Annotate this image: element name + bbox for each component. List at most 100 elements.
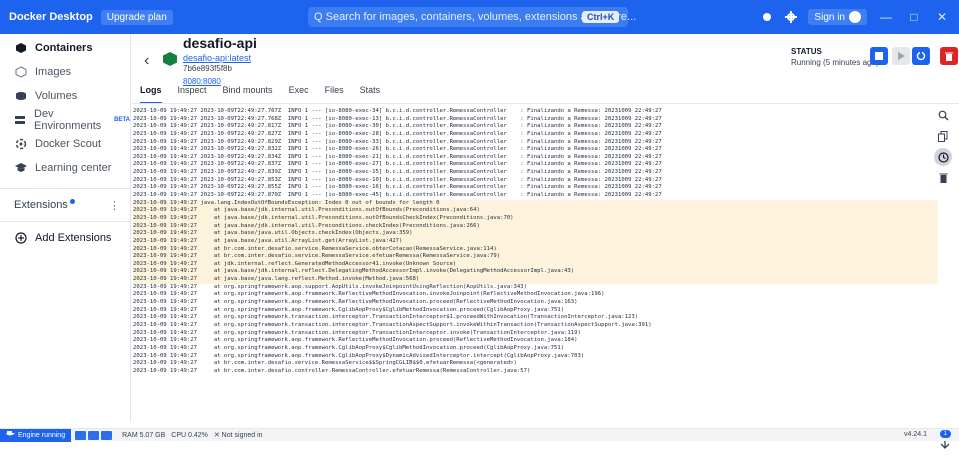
copy-logs-button[interactable] bbox=[934, 127, 952, 145]
search-logs-button[interactable] bbox=[934, 106, 952, 124]
tabs-divider bbox=[132, 103, 959, 104]
ram-usage: RAM 5.07 GB bbox=[122, 431, 166, 439]
notifications-badge[interactable]: 1 bbox=[939, 430, 951, 438]
tab-files[interactable]: Files bbox=[325, 85, 344, 101]
clock-icon bbox=[937, 151, 949, 163]
extensions-header[interactable]: Extensions ⋮ bbox=[0, 195, 130, 215]
sidebar-item-volumes[interactable]: Volumes bbox=[0, 86, 130, 106]
clear-logs-button[interactable] bbox=[934, 169, 952, 187]
scout-icon bbox=[14, 138, 27, 151]
log-line: 2023-10-09 19:49:27 2023-10-09T22:49:27.… bbox=[133, 153, 662, 160]
stop-button[interactable] bbox=[870, 47, 888, 65]
log-line: 2023-10-09 19:49:27 2023-10-09T22:49:27.… bbox=[133, 161, 662, 168]
sidebar-item-label: Dev Environments bbox=[34, 108, 102, 132]
whale-icon bbox=[6, 431, 15, 439]
log-line: 2023-10-09 19:49:27 2023-10-09T22:49:27.… bbox=[133, 184, 662, 191]
engine-status[interactable]: Engine running bbox=[0, 428, 72, 442]
sign-in-button[interactable]: Sign in bbox=[808, 9, 867, 25]
trash-icon bbox=[945, 52, 953, 61]
extensions-label: Extensions bbox=[14, 199, 68, 211]
log-line: 2023-10-09 19:49:27 at org.springframewo… bbox=[133, 314, 639, 321]
global-search-input[interactable]: Q Search for images, containers, volumes… bbox=[308, 7, 636, 27]
sidebar-item-dev-environments[interactable]: Dev Environments BETA bbox=[0, 108, 130, 132]
delete-button[interactable] bbox=[940, 47, 958, 65]
play-icon bbox=[898, 52, 905, 60]
tab-inspect[interactable]: Inspect bbox=[178, 85, 207, 101]
status-bar: Engine running RAM 5.07 GB CPU 0.42% ✕ N… bbox=[0, 428, 959, 442]
terminal-icon[interactable] bbox=[101, 430, 113, 440]
sidebar-item-label: Containers bbox=[35, 42, 93, 54]
add-extensions-button[interactable]: Add Extensions bbox=[0, 228, 130, 248]
detail-tabs: Logs Inspect Bind mounts Exec Files Stat… bbox=[140, 85, 381, 104]
tab-exec[interactable]: Exec bbox=[289, 85, 309, 101]
sidebar-divider bbox=[0, 221, 130, 222]
cpu-usage: CPU 0.42% bbox=[171, 431, 208, 439]
container-image-link[interactable]: desafio-api:latest bbox=[183, 53, 251, 63]
container-name: desafio-api bbox=[183, 35, 257, 51]
log-line: 2023-10-09 19:49:27 at java.base/jdk.int… bbox=[133, 222, 938, 231]
tab-stats[interactable]: Stats bbox=[360, 85, 381, 101]
log-line: 2023-10-09 19:49:27 at org.springframewo… bbox=[133, 299, 578, 306]
back-arrow-icon[interactable]: ‹ bbox=[144, 52, 149, 70]
log-line: 2023-10-09 19:49:27 at br.com.inter.desa… bbox=[133, 367, 531, 374]
extensions-icon[interactable] bbox=[760, 10, 774, 24]
log-line: 2023-10-09 19:49:27 2023-10-09T22:49:27.… bbox=[133, 115, 662, 122]
settings-gear-icon[interactable] bbox=[784, 10, 798, 24]
volumes-icon bbox=[14, 90, 27, 103]
search-shortcut-badge: Ctrl+K bbox=[582, 11, 620, 23]
upgrade-plan-button[interactable]: Upgrade plan bbox=[100, 9, 173, 25]
app-title: Docker Desktop bbox=[9, 11, 93, 23]
sidebar-item-images[interactable]: Images bbox=[0, 62, 130, 82]
timestamps-toggle-button[interactable] bbox=[934, 148, 952, 166]
learning-icon bbox=[14, 162, 27, 175]
tab-logs[interactable]: Logs bbox=[140, 85, 162, 104]
stop-icon bbox=[875, 52, 883, 60]
log-line: 2023-10-09 19:49:27 at br.com.inter.desa… bbox=[133, 253, 938, 261]
play-icon[interactable] bbox=[75, 430, 87, 440]
dev-env-icon bbox=[14, 114, 26, 127]
statusbar-tools bbox=[75, 430, 113, 440]
log-output[interactable]: 2023-10-09 19:49:27 2023-10-09T22:49:27.… bbox=[133, 108, 938, 422]
log-toolbar bbox=[934, 106, 956, 190]
sidebar-item-learning-center[interactable]: Learning center bbox=[0, 158, 130, 178]
log-line: 2023-10-09 19:49:27 at java.base/jdk.int… bbox=[133, 214, 938, 223]
restart-icon bbox=[916, 51, 926, 61]
sidebar-item-containers[interactable]: Containers bbox=[0, 38, 130, 58]
signin-status-label: Not signed in bbox=[221, 432, 263, 439]
tab-bind-mounts[interactable]: Bind mounts bbox=[223, 85, 273, 101]
title-bar: Docker Desktop Upgrade plan Q Search for… bbox=[0, 0, 959, 34]
sidebar-item-docker-scout[interactable]: Docker Scout bbox=[0, 134, 130, 154]
pause-icon[interactable] bbox=[88, 430, 100, 440]
beta-badge: BETA bbox=[114, 117, 130, 123]
log-line: 2023-10-09 19:49:27 2023-10-09T22:49:27.… bbox=[133, 138, 662, 145]
avatar-icon bbox=[849, 11, 861, 23]
container-detail: ‹ desafio-api desafio-api:latest 7b6e893… bbox=[132, 34, 959, 449]
container-id: 7b6e893f5f8b bbox=[183, 64, 232, 73]
minimize-button[interactable]: — bbox=[877, 10, 895, 24]
log-line: 2023-10-09 19:49:27 at java.base/jdk.int… bbox=[133, 268, 938, 277]
restart-button[interactable] bbox=[912, 47, 930, 65]
sidebar-item-label: Learning center bbox=[35, 162, 112, 174]
log-line: 2023-10-09 19:49:27 at org.springframewo… bbox=[133, 352, 585, 359]
extensions-menu-icon[interactable]: ⋮ bbox=[109, 199, 120, 212]
log-line: 2023-10-09 19:49:27 at java.base/java.ut… bbox=[133, 237, 938, 246]
log-line: 2023-10-09 19:49:27 at java.base/java.ut… bbox=[133, 230, 938, 238]
containers-icon bbox=[14, 42, 27, 55]
sidebar-divider bbox=[0, 188, 130, 189]
sign-in-label: Sign in bbox=[814, 11, 845, 23]
add-circle-icon bbox=[14, 232, 27, 245]
log-line: 2023-10-09 19:49:27 at br.com.inter.desa… bbox=[133, 360, 517, 367]
maximize-button[interactable]: □ bbox=[905, 10, 923, 24]
sidebar-item-label: Docker Scout bbox=[35, 138, 102, 150]
engine-label: Engine running bbox=[18, 431, 66, 439]
sidebar: Containers Images Volumes Dev Environmen… bbox=[0, 34, 131, 422]
log-line: 2023-10-09 19:49:27 2023-10-09T22:49:27.… bbox=[133, 176, 662, 183]
start-button[interactable] bbox=[892, 47, 910, 65]
signin-status: ✕ Not signed in bbox=[214, 431, 263, 439]
close-window-button[interactable]: ✕ bbox=[933, 10, 951, 24]
extensions-notification-dot bbox=[69, 198, 75, 204]
log-line: 2023-10-09 19:49:27 at org.springframewo… bbox=[133, 291, 605, 298]
log-line: 2023-10-09 19:49:27 2023-10-09T22:49:27.… bbox=[133, 108, 662, 114]
log-line: 2023-10-09 19:49:27 at jdk.internal.refl… bbox=[133, 260, 938, 269]
log-line: 2023-10-09 19:49:27 2023-10-09T22:49:27.… bbox=[133, 169, 662, 176]
